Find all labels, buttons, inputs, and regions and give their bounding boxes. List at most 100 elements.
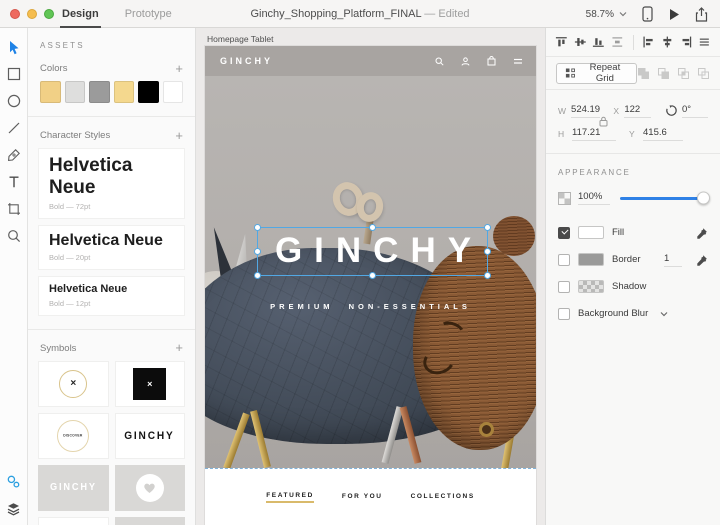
color-swatch[interactable] <box>163 81 184 103</box>
symbol-ginchy-wordmark-dark[interactable]: GINCHY <box>115 413 186 459</box>
symbol-close-circle-gold[interactable]: × <box>38 361 109 407</box>
opacity-slider[interactable] <box>620 197 708 200</box>
text-tool[interactable] <box>6 174 22 190</box>
color-swatch[interactable] <box>40 81 61 103</box>
zoom-level-control[interactable]: 58.7% <box>586 9 627 20</box>
distribute-vertical-icon[interactable] <box>611 35 624 49</box>
border-width-input[interactable]: 1 <box>664 253 682 267</box>
boolean-add-icon[interactable] <box>637 67 650 80</box>
hero-subtitle-text[interactable]: PREMIUM NON-ESSENTIALS <box>205 302 536 311</box>
width-label: W <box>558 106 566 116</box>
fullscreen-window-button[interactable] <box>44 9 54 19</box>
opacity-icon <box>558 192 571 205</box>
character-styles-section-label: Character Styles <box>40 130 110 141</box>
width-input[interactable]: 524.19 <box>571 104 600 118</box>
character-style-item[interactable]: Helvetica Neue Bold — 72pt <box>38 148 185 219</box>
align-left-icon[interactable] <box>642 35 655 49</box>
align-top-icon[interactable] <box>555 35 568 49</box>
shadow-checkbox[interactable] <box>558 281 570 293</box>
divider <box>28 116 195 117</box>
tab-featured[interactable]: FEATURED <box>266 492 314 503</box>
device-preview-button[interactable] <box>642 6 653 22</box>
artboard-tool[interactable] <box>6 201 22 217</box>
distribute-horizontal-icon[interactable] <box>698 35 711 49</box>
symbol-close-black[interactable]: × <box>115 361 186 407</box>
selection-handle[interactable] <box>484 272 491 279</box>
eyedropper-icon[interactable] <box>696 254 708 266</box>
symbol-heart-button[interactable] <box>115 465 186 511</box>
tab-prototype[interactable]: Prototype <box>125 0 172 28</box>
share-button[interactable] <box>695 7 708 22</box>
background-blur-checkbox[interactable] <box>558 308 570 320</box>
rotation-icon <box>665 104 678 117</box>
tab-for-you[interactable]: FOR YOU <box>342 493 383 502</box>
shadow-color-swatch[interactable] <box>578 280 604 293</box>
y-input[interactable]: 415.6 <box>643 127 683 141</box>
divider <box>633 35 634 50</box>
align-bottom-icon[interactable] <box>592 35 605 49</box>
color-swatch[interactable] <box>89 81 110 103</box>
select-tool[interactable] <box>6 39 22 55</box>
zoom-tool[interactable] <box>6 228 22 244</box>
chevron-down-icon[interactable] <box>660 311 668 317</box>
selection-handle[interactable] <box>254 248 261 255</box>
title-separator: — <box>424 8 438 20</box>
character-style-item[interactable]: Helvetica Neue Bold — 12pt <box>38 276 185 316</box>
eyedropper-icon[interactable] <box>696 227 708 239</box>
boolean-intersect-icon[interactable] <box>677 67 690 80</box>
selection-handle[interactable] <box>254 272 261 279</box>
color-swatch[interactable] <box>138 81 159 103</box>
fill-checkbox[interactable] <box>558 227 570 239</box>
assets-panel-button[interactable] <box>6 473 22 489</box>
close-window-button[interactable] <box>10 9 20 19</box>
align-center-horizontal-icon[interactable] <box>661 35 674 49</box>
artboard-label[interactable]: Homepage Tablet <box>207 34 273 44</box>
pen-tool[interactable] <box>6 147 22 163</box>
symbol-discover-circle[interactable]: DISCOVER <box>38 413 109 459</box>
symbol-social-icons[interactable] <box>38 517 109 525</box>
character-style-item[interactable]: Helvetica Neue Bold — 20pt <box>38 225 185 270</box>
symbols-grid: × × DISCOVER GINCHY GINCHY <box>38 361 185 525</box>
border-color-swatch[interactable] <box>578 253 604 266</box>
layers-icon <box>6 502 21 516</box>
symbols-section-label: Symbols <box>40 343 76 354</box>
rectangle-tool[interactable] <box>6 66 22 82</box>
border-checkbox[interactable] <box>558 254 570 266</box>
play-button[interactable] <box>668 8 680 21</box>
tab-design[interactable]: Design <box>62 0 99 28</box>
add-character-style-button[interactable]: + <box>175 131 183 141</box>
symbol-ginchy-wordmark-light[interactable]: GINCHY <box>38 465 109 511</box>
sculpture-head <box>413 246 536 450</box>
selection-handle[interactable] <box>369 224 376 231</box>
magnifier-icon <box>7 229 21 243</box>
artboard-homepage-tablet[interactable]: GINCHY <box>205 46 536 525</box>
selection-handle[interactable] <box>484 224 491 231</box>
layers-panel-button[interactable] <box>6 501 22 517</box>
fill-color-swatch[interactable] <box>578 226 604 239</box>
color-swatch[interactable] <box>114 81 135 103</box>
selection-handle[interactable] <box>484 248 491 255</box>
x-input[interactable]: 122 <box>624 104 651 118</box>
user-icon <box>461 57 470 66</box>
canvas[interactable]: Homepage Tablet GINCHY <box>196 28 545 525</box>
repeat-grid-button[interactable]: Repeat Grid <box>556 63 637 84</box>
rotation-input[interactable]: 0° <box>682 104 708 118</box>
selection-handle[interactable] <box>369 272 376 279</box>
opacity-input[interactable]: 100% <box>578 191 610 205</box>
ellipse-tool[interactable] <box>6 93 22 109</box>
tab-collections[interactable]: COLLECTIONS <box>411 493 475 502</box>
align-right-icon[interactable] <box>680 35 693 49</box>
boolean-exclude-icon[interactable] <box>697 67 710 80</box>
selection-box[interactable] <box>257 227 488 276</box>
align-middle-vertical-icon[interactable] <box>574 35 587 49</box>
opacity-slider-knob[interactable] <box>697 192 710 205</box>
add-color-button[interactable]: + <box>175 64 183 74</box>
color-swatch[interactable] <box>65 81 86 103</box>
add-symbol-button[interactable]: + <box>175 343 183 353</box>
selection-handle[interactable] <box>254 224 261 231</box>
minimize-window-button[interactable] <box>27 9 37 19</box>
symbol-avatar-group[interactable]: +12 <box>115 517 186 525</box>
line-tool[interactable] <box>6 120 22 136</box>
lock-aspect-ratio-toggle[interactable] <box>599 110 613 132</box>
boolean-subtract-icon[interactable] <box>657 67 670 80</box>
